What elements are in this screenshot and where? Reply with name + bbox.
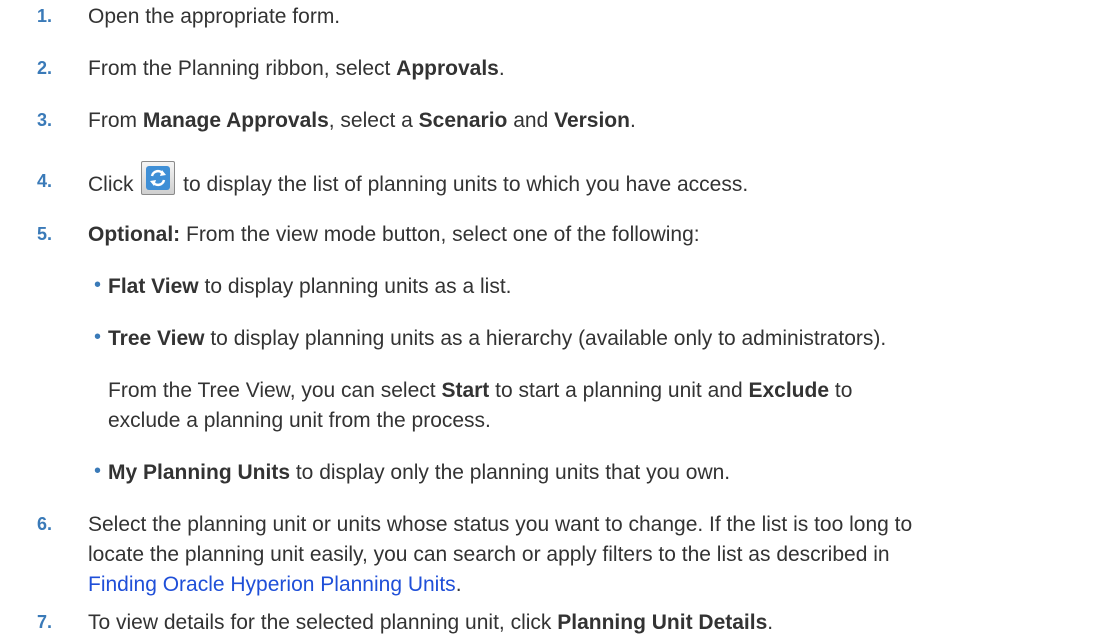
step-text-line-1: Select the planning unit or units whose … — [88, 513, 913, 536]
text-fragment: to display only the planning units that … — [290, 461, 731, 484]
text-fragment: to display planning units as a list. — [198, 275, 512, 298]
text-fragment: . — [767, 611, 774, 634]
text-fragment: To view details for the selected plannin… — [88, 611, 558, 634]
bold-text: Manage Approvals — [142, 109, 329, 132]
bold-text: Optional: — [88, 223, 181, 246]
step-number: 2. — [37, 58, 53, 78]
text-fragment: From the Tree View, you can select — [108, 379, 442, 402]
text-fragment: From the view mode button, select one of… — [180, 223, 700, 246]
step-number: 4. — [37, 171, 53, 191]
step-number: 7. — [37, 612, 53, 632]
bullet-text: Flat View to display planning units as a… — [108, 272, 512, 302]
bold-text: Exclude — [748, 379, 830, 402]
step-text: From the Planning ribbon, select Approva… — [88, 54, 505, 84]
bold-text: Planning Unit Details — [557, 611, 768, 634]
bold-text: Approvals — [396, 57, 499, 80]
text-fragment: , select a — [328, 109, 419, 132]
text-fragment: Click — [88, 173, 140, 196]
text-fragment: . — [629, 109, 636, 132]
text-fragment: to start a planning unit and — [489, 379, 749, 402]
step-number: 1. — [37, 6, 53, 26]
step-text-line-2: locate the planning unit easily, you can… — [88, 543, 890, 566]
step-number: 3. — [37, 110, 53, 130]
bullet-marker: • — [94, 326, 102, 348]
bold-text: Flat View — [108, 275, 199, 298]
bullet-marker: • — [94, 274, 102, 296]
step-text: Optional: From the view mode button, sel… — [88, 220, 700, 250]
text-fragment: and — [507, 109, 555, 132]
text-fragment: to display planning units as a hierarchy… — [204, 327, 887, 350]
bullet-text: Tree View to display planning units as a… — [108, 324, 886, 354]
bold-text: Version — [554, 109, 630, 132]
text-fragment: . — [498, 57, 505, 80]
bullet-marker: • — [94, 460, 102, 482]
text-fragment: . — [455, 573, 462, 596]
refresh-icon[interactable] — [141, 161, 176, 195]
step-text: To view details for the selected plannin… — [88, 608, 773, 638]
text-fragment: From the Planning ribbon, select — [88, 57, 397, 80]
note-line-1: From the Tree View, you can select Start… — [108, 376, 852, 406]
text-fragment: to display the list of planning units to… — [177, 173, 749, 196]
step-number: 6. — [37, 514, 53, 534]
step-text: From Manage Approvals, select a Scenario… — [88, 106, 636, 136]
bold-text: Scenario — [418, 109, 508, 132]
step-text: Open the appropriate form. — [88, 5, 341, 28]
step-number: 5. — [37, 224, 53, 244]
finding-units-link[interactable]: Finding Oracle Hyperion Planning Units — [88, 573, 456, 596]
step-text: Click to display the list of planning un… — [88, 161, 748, 200]
bullet-text: My Planning Units to display only the pl… — [108, 458, 730, 488]
step-text-line-3: Finding Oracle Hyperion Planning Units. — [88, 570, 462, 600]
bold-text: My Planning Units — [108, 461, 291, 484]
bold-text: Tree View — [108, 327, 205, 350]
bold-text: Start — [441, 379, 490, 402]
note-line-2: exclude a planning unit from the process… — [108, 409, 491, 432]
text-fragment: to — [829, 379, 853, 402]
text-fragment: From — [88, 109, 143, 132]
